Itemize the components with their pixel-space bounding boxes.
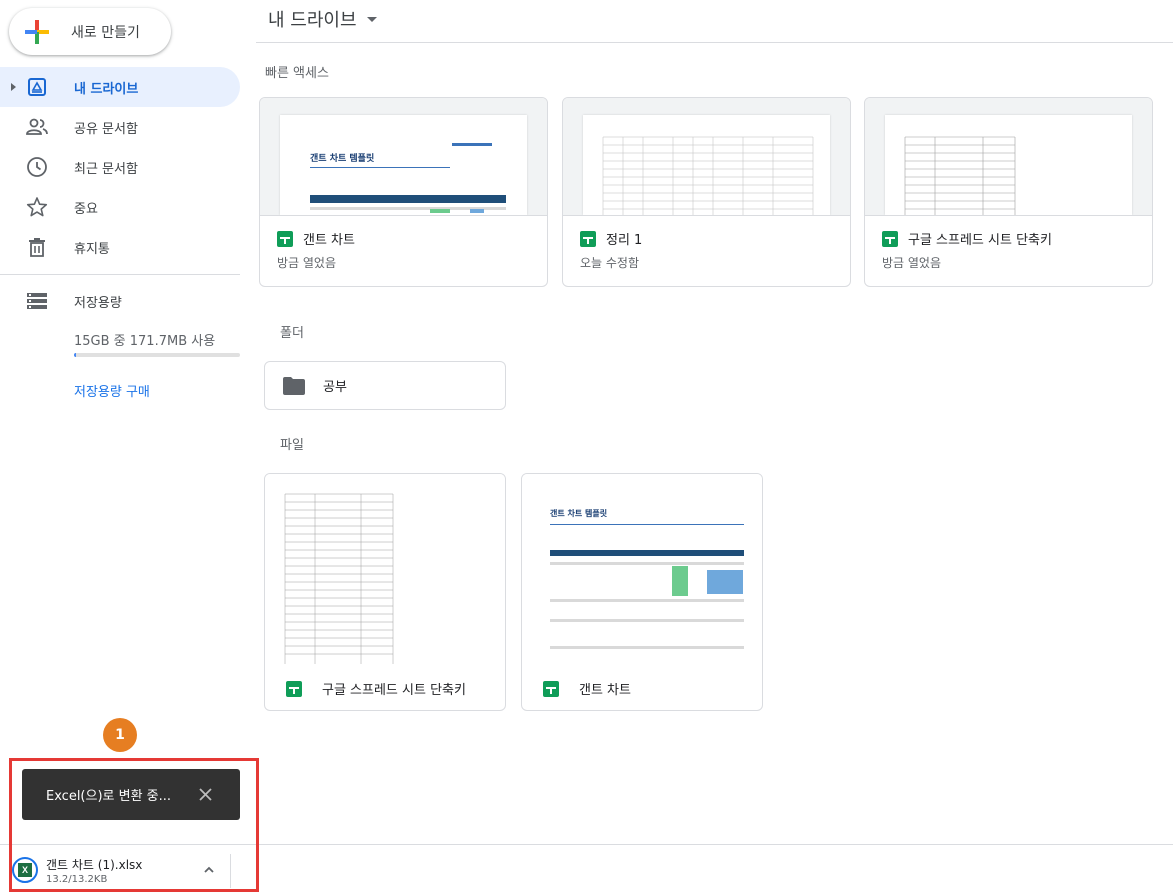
sidebar-item-recent[interactable]: 최근 문서함 [0,147,240,187]
clock-icon [25,155,49,179]
folder-icon [283,376,305,395]
trash-icon [25,235,49,259]
sidebar-item-label: 휴지통 [74,241,110,257]
storage-label: 저장용량 [74,295,122,311]
card-name-row: 구글 스프레드 시트 단축키 [286,679,466,698]
quick-access-card[interactable]: 갠트 차트 템플릿 갠트 차트 방금 열었음 [259,97,548,287]
thumbnail-grid [284,493,394,664]
new-button-label: 새로 만들기 [71,24,140,41]
sidebar-item-label: 중요 [74,201,98,217]
sidebar-item-shared[interactable]: 공유 문서함 [0,107,240,147]
quick-access-title: 빠른 액세스 [265,66,329,81]
thumbnail-row [550,619,744,622]
file-card[interactable]: 갠트 차트 템플릿 갠트 차트 [521,473,763,711]
thumbnail-grid [904,136,1016,215]
file-subtitle: 오늘 수정함 [580,256,640,270]
thumbnail-bar [672,566,688,596]
sheets-icon [286,680,302,697]
buy-storage-link[interactable]: 저장용량 구매 [74,381,150,400]
new-button[interactable]: 새로 만들기 [9,8,171,55]
sidebar-item-label: 최근 문서함 [74,161,138,177]
thumbnail-row [550,562,744,565]
thumbnail-bar [707,570,743,594]
step-badge: 1 [103,718,137,752]
storage-progress-bar [74,353,240,357]
thumbnail-bar [430,209,450,213]
storage-progress-fill [74,353,76,357]
file-thumbnail: 갠트 차트 템플릿 [260,98,547,216]
thumbnail-page [885,115,1132,215]
files-title: 파일 [280,438,304,453]
thumbnail-page [583,115,830,215]
sidebar-item-starred[interactable]: 중요 [0,187,240,227]
file-name: 정리 1 [606,233,643,248]
plus-icon [24,19,50,45]
thumbnail-page: 갠트 차트 템플릿 [280,115,527,215]
people-icon [25,115,49,139]
file-card[interactable]: 구글 스프레드 시트 단축키 [264,473,506,711]
sheets-icon [882,230,898,247]
dropdown-arrow-icon [366,16,377,22]
thumbnail-row [550,599,744,602]
thumbnail-grid [602,136,814,215]
page-title-text: 내 드라이브 [268,10,357,31]
sidebar-divider [0,274,240,275]
file-subtitle: 방금 열었음 [882,256,942,270]
quick-access-card[interactable]: 구글 스프레드 시트 단축키 방금 열었음 [864,97,1153,287]
drive-icon [25,75,49,99]
star-icon [25,195,49,219]
thumbnail-row [550,646,744,649]
file-name: 구글 스프레드 시트 단축키 [908,233,1052,248]
sheets-icon [277,230,293,247]
page-title[interactable]: 내 드라이브 [268,6,377,32]
storage-section: 저장용량 [0,286,240,316]
sidebar-item-my-drive[interactable]: 내 드라이브 [0,67,240,107]
sidebar-item-trash[interactable]: 휴지통 [0,227,240,267]
file-name: 갠트 차트 [579,683,631,698]
thumbnail-header-band [310,195,506,203]
thumbnail-rule [550,524,744,525]
expand-caret-icon[interactable] [11,83,16,91]
thumbnail-title: 갠트 차트 템플릿 [310,154,375,164]
card-name-row: 갠트 차트 [277,229,355,248]
sidebar-nav: 내 드라이브 공유 문서함 최근 문서함 중요 휴지통 [0,67,240,267]
card-name-row: 구글 스프레드 시트 단축키 [882,229,1052,248]
file-thumbnail [865,98,1152,216]
storage-icon [25,289,49,313]
sheets-icon [543,680,559,697]
file-name: 갠트 차트 [303,233,355,248]
sidebar-item-label: 내 드라이브 [74,81,139,97]
file-thumbnail [265,474,505,664]
storage-row[interactable]: 저장용량 [0,286,240,316]
file-thumbnail [563,98,850,216]
folders-title: 폴더 [280,326,304,341]
thumbnail-rule [310,167,450,168]
sidebar-item-label: 공유 문서함 [74,121,138,137]
thumbnail-header-band [550,550,744,556]
folder-name: 공부 [323,380,347,395]
storage-used-text: 15GB 중 171.7MB 사용 [74,334,216,349]
card-name-row: 갠트 차트 [543,679,631,698]
highlight-box [9,758,259,892]
sheets-icon [580,230,596,247]
thumbnail-mark [452,143,492,146]
folder-item[interactable]: 공부 [264,361,506,410]
thumbnail-bar [470,209,484,213]
card-name-row: 정리 1 [580,229,642,248]
file-subtitle: 방금 열었음 [277,256,337,270]
file-thumbnail: 갠트 차트 템플릿 [522,474,762,664]
file-name: 구글 스프레드 시트 단축키 [322,683,466,698]
quick-access-card[interactable]: 정리 1 오늘 수정함 [562,97,851,287]
thumbnail-title: 갠트 차트 템플릿 [550,509,608,518]
header-divider [256,42,1173,43]
